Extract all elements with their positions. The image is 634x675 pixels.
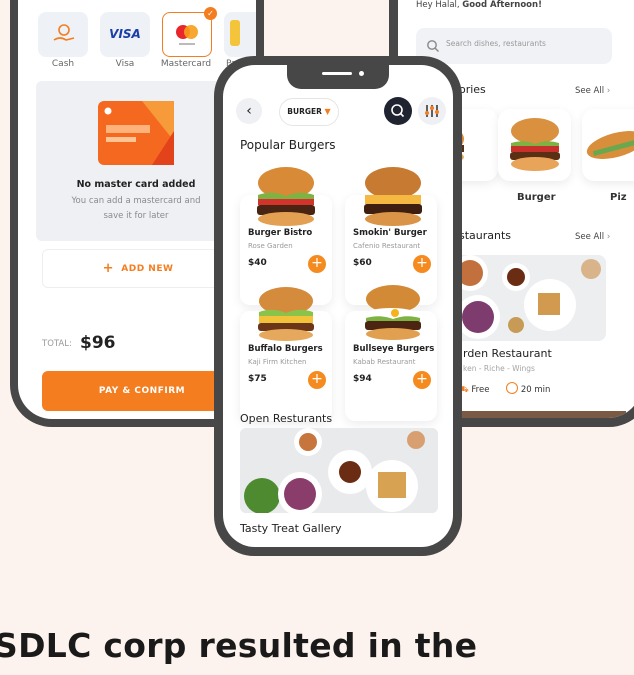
- category-burger-label: Burger: [517, 192, 556, 203]
- empty-card-panel: No master card added You can add a maste…: [36, 81, 236, 241]
- search-icon: [427, 40, 439, 52]
- mastercard-option[interactable]: ✓: [162, 7, 217, 57]
- empty-subtitle-2: save it for later: [103, 211, 169, 221]
- greeting-text: Hey Halal,: [416, 0, 463, 10]
- headline: SDLC corp resulted in the: [0, 626, 478, 665]
- search-icon: [391, 104, 405, 118]
- sandwich-image: [586, 131, 634, 159]
- food-photo: [240, 428, 438, 513]
- burger-image: [258, 287, 314, 341]
- add-new-button[interactable]: + ADD NEW: [42, 249, 234, 288]
- restaurant-image-2: [446, 411, 626, 418]
- center-phone-mockup: ‹ BURGER ▼ Popular Burgers Burger Bistro…: [214, 56, 462, 556]
- see-all-label: See All: [575, 232, 605, 242]
- sliders-icon: [425, 105, 439, 117]
- chevron-right-icon: ›: [606, 86, 611, 96]
- burger-image: [510, 118, 560, 171]
- restaurant-image[interactable]: [446, 255, 606, 341]
- search-button[interactable]: [384, 97, 412, 125]
- plus-icon: +: [102, 261, 114, 276]
- restaurants-title: staurants: [459, 229, 512, 242]
- selected-check-icon: ✓: [204, 7, 217, 20]
- burger-image: [364, 167, 422, 226]
- open-restaurants-title: Open Resturants: [240, 412, 333, 425]
- add-new-label: ADD NEW: [121, 264, 174, 274]
- empty-subtitle-1: You can add a mastercard and: [71, 196, 201, 206]
- category-tile-burger[interactable]: [498, 109, 571, 181]
- restaurant-tags: ken - Riche - Wings: [463, 364, 535, 373]
- category-tile-pizza[interactable]: [582, 109, 634, 181]
- back-button[interactable]: ‹: [236, 98, 262, 124]
- restaurants-see-all[interactable]: See All ›: [575, 232, 610, 242]
- visa-option[interactable]: VISA: [100, 12, 150, 57]
- filter-settings-button[interactable]: [418, 97, 446, 125]
- pay-confirm-button[interactable]: PAY & CONFIRM: [42, 371, 242, 411]
- burger-list-screen: ‹ BURGER ▼ Popular Burgers Burger Bistro…: [223, 65, 453, 547]
- delivery-label: Free: [471, 385, 490, 395]
- clock-icon: [506, 382, 519, 394]
- food-photo: [446, 255, 606, 341]
- greeting: Hey Halal, Good Afternoon!: [416, 0, 542, 10]
- greeting-bold: Good Afternoon!: [462, 0, 542, 10]
- mastercard-icon: [176, 25, 198, 45]
- categories-see-all[interactable]: See All ›: [575, 86, 610, 96]
- section-title: Popular Burgers: [240, 138, 336, 152]
- total-label: TOTAL:: [42, 339, 72, 349]
- delivery-info: ⛟ Free 20 min: [458, 382, 550, 396]
- burger-image: [257, 167, 315, 226]
- filter-label: BURGER: [287, 107, 322, 116]
- restaurant-image[interactable]: [240, 428, 438, 513]
- cash-option[interactable]: [38, 12, 88, 57]
- filter-dropdown[interactable]: BURGER ▼: [279, 98, 339, 126]
- restaurant-name: Tasty Treat Gallery: [240, 522, 342, 535]
- see-all-label: See All: [575, 86, 605, 96]
- paypal-icon: [230, 20, 240, 46]
- search-bar[interactable]: Search dishes, restaurants: [416, 28, 612, 64]
- burger-images: [257, 167, 422, 341]
- search-placeholder: Search dishes, restaurants: [446, 39, 546, 48]
- category-pizza-label: Piz: [610, 192, 627, 203]
- visa-label: Visa: [115, 59, 135, 69]
- burger-image: [365, 285, 421, 340]
- cash-label: Cash: [51, 59, 75, 69]
- time-label: 20 min: [520, 385, 551, 395]
- phone-notch: [287, 65, 389, 89]
- chevron-left-icon: ‹: [246, 103, 252, 119]
- empty-title: No master card added: [76, 179, 196, 190]
- visa-logo: VISA: [109, 27, 141, 41]
- cash-icon: [53, 24, 75, 41]
- paypal-option[interactable]: [224, 12, 256, 57]
- restaurant-name: rden Restaurant: [463, 347, 552, 360]
- caret-down-icon: ▼: [324, 107, 331, 116]
- chevron-right-icon: ›: [606, 232, 611, 242]
- total-value: $96: [80, 333, 116, 353]
- credit-card-illustration: [98, 101, 174, 165]
- mastercard-label: Mastercard: [160, 59, 212, 69]
